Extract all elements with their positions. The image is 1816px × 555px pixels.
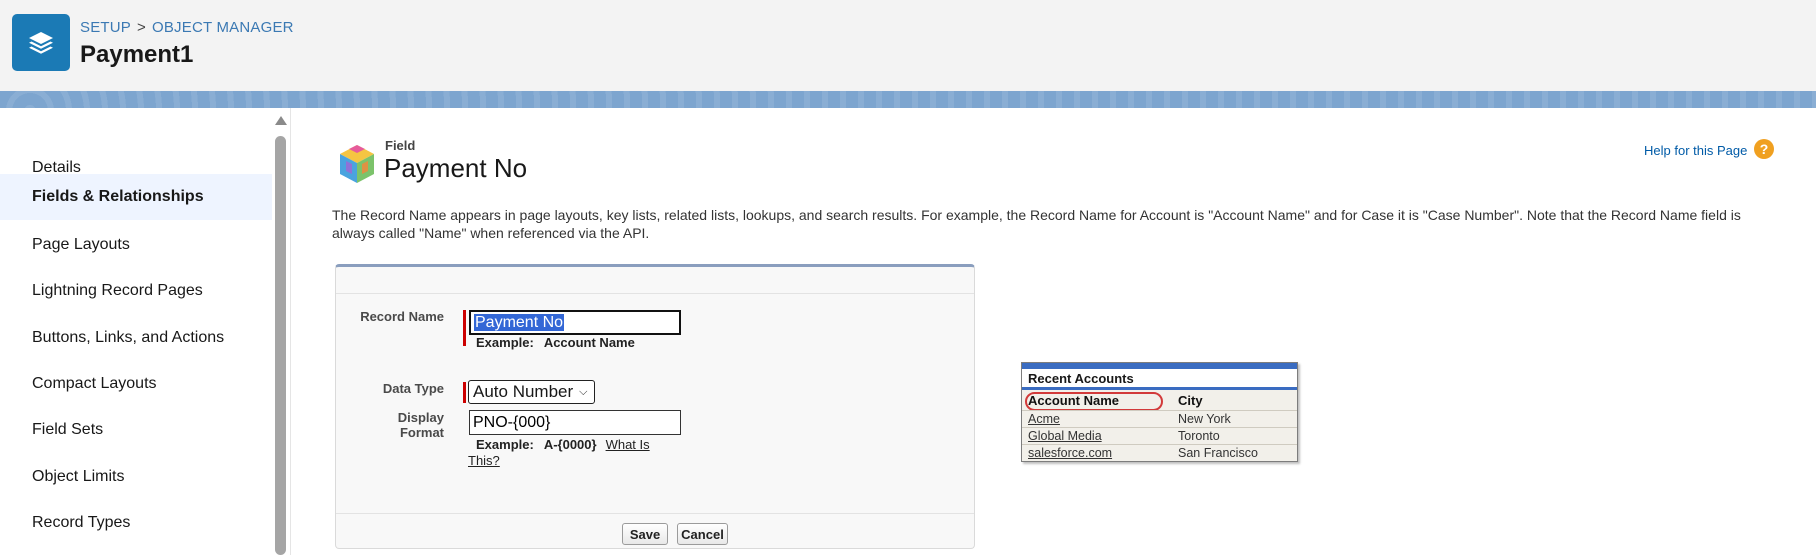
breadcrumb-object-manager[interactable]: OBJECT MANAGER [152, 19, 294, 36]
record-name-input-value: Payment No [474, 314, 565, 331]
table-row: Acme New York [1022, 410, 1297, 427]
display-format-label-line1: Display [397, 410, 444, 425]
breadcrumb-setup[interactable]: SETUP [80, 19, 131, 36]
save-button[interactable]: Save [622, 523, 668, 545]
display-format-label: Display Format [336, 410, 444, 440]
sidebar-item-record-types[interactable]: Record Types [0, 500, 272, 546]
sidebar-item-object-limits[interactable]: Object Limits [0, 454, 272, 500]
recent-accounts-example: Recent Accounts Account Name City Acme Ne… [1021, 362, 1298, 462]
what-is-this-link[interactable]: What Is [606, 437, 650, 452]
city-cell: New York [1178, 412, 1231, 426]
account-name-cell: Acme [1028, 412, 1060, 426]
display-format-example: Example: A-{0000} What Is [476, 437, 650, 452]
field-type-label: Field [385, 138, 416, 153]
what-is-this-link-continued[interactable]: This? [468, 453, 500, 468]
object-manager-app-icon [12, 14, 70, 71]
breadcrumb: SETUP > OBJECT MANAGER [80, 19, 294, 36]
sidebar-item-compact-layouts[interactable]: Compact Layouts [0, 361, 272, 407]
record-name-example: Example: Account Name [476, 335, 635, 350]
record-name-description: The Record Name appears in page layouts,… [332, 207, 1741, 241]
help-for-this-page-link[interactable]: Help for this Page [1644, 143, 1747, 158]
city-cell: Toronto [1178, 429, 1220, 443]
data-type-label: Data Type [382, 381, 444, 396]
record-name-label: Record Name [360, 309, 444, 324]
sidebar-item-lightning-record-pages[interactable]: Lightning Record Pages [0, 268, 272, 314]
page-title: Payment1 [80, 41, 194, 68]
page-header: SETUP > OBJECT MANAGER Payment1 [0, 0, 1816, 91]
sidebar: Details Fields & Relationships Page Layo… [0, 108, 272, 555]
what-is-this-link-wrap: This? [468, 453, 500, 468]
account-name-cell: Global Media [1028, 429, 1102, 443]
data-type-select[interactable]: Auto Number ⌵ [468, 380, 595, 404]
panel-header-divider [336, 293, 974, 294]
chevron-down-icon: ⌵ [579, 385, 588, 398]
display-format-label-line2: Format [399, 425, 444, 440]
data-type-value: Auto Number [473, 382, 574, 401]
record-name-example-value: Account Name [543, 335, 635, 350]
city-cell: San Francisco [1178, 446, 1258, 460]
sidebar-item-buttons-links-actions[interactable]: Buttons, Links, and Actions [0, 315, 272, 361]
record-name-edit-panel: Record Name Payment No Example: Account N… [335, 264, 975, 549]
scroll-thumb[interactable] [275, 136, 286, 555]
display-format-example-label: Example: [476, 437, 534, 452]
highlight-circle [1025, 392, 1163, 411]
record-name-example-label: Example: [476, 335, 534, 350]
help-icon[interactable]: ? [1754, 139, 1774, 159]
header-banner [0, 91, 1816, 108]
breadcrumb-separator: > [137, 19, 146, 36]
table-row: Global Media Toronto [1022, 427, 1297, 444]
account-name-cell: salesforce.com [1028, 446, 1113, 460]
cancel-button[interactable]: Cancel [677, 523, 728, 545]
sidebar-item-field-sets[interactable]: Field Sets [0, 407, 272, 453]
record-name-input[interactable]: Payment No [469, 310, 681, 335]
required-indicator [463, 310, 466, 346]
recent-accounts-title: Recent Accounts [1022, 369, 1297, 390]
panel-footer-divider [336, 513, 974, 514]
display-format-input[interactable] [469, 410, 681, 435]
table-row: salesforce.com San Francisco [1022, 444, 1297, 461]
field-title: Payment No [384, 153, 528, 183]
required-indicator [463, 382, 466, 403]
layers-icon [29, 31, 53, 54]
display-format-example-value: A-{0000} [543, 437, 597, 452]
scroll-up-arrow-icon[interactable] [275, 116, 287, 125]
field-cube-icon [340, 145, 374, 183]
sidebar-scrollbar[interactable] [275, 112, 287, 555]
recent-accounts-column-city: City [1178, 393, 1203, 408]
sidebar-item-page-layouts[interactable]: Page Layouts [0, 222, 272, 268]
sidebar-divider [290, 108, 291, 555]
sidebar-item-fields-relationships[interactable]: Fields & Relationships [0, 174, 272, 220]
